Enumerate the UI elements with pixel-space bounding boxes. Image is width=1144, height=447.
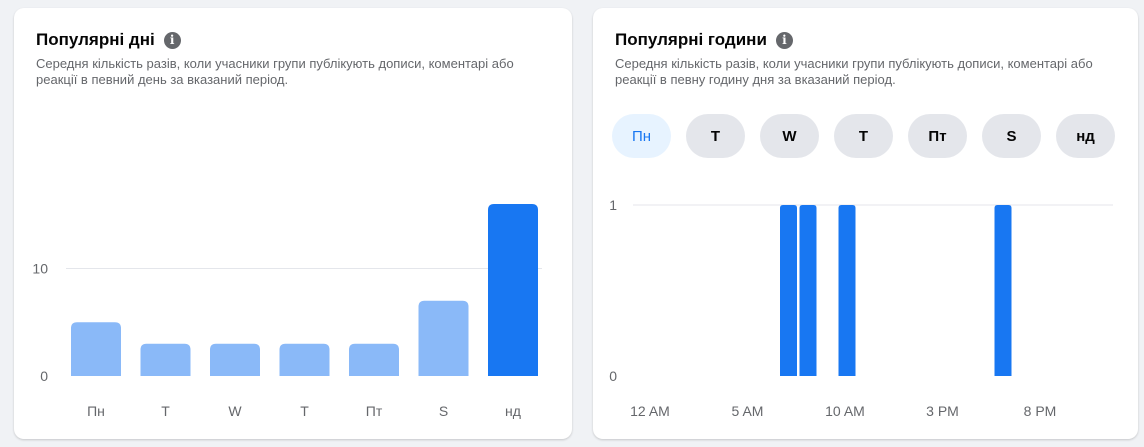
- popular-days-chart: 0 10 Пн T W T Пт Sнд: [32, 204, 542, 419]
- x-tick-label: S: [439, 403, 448, 419]
- bar: [71, 322, 121, 376]
- x-tick-label: 10 AM: [825, 403, 865, 419]
- x-tick-label: 12 AM: [630, 403, 670, 419]
- bar: [210, 343, 260, 376]
- popular-hours-card: Популярні години i Середня кількість раз…: [593, 8, 1138, 439]
- bar: [838, 205, 856, 376]
- popular-hours-chart: 0 1 12 AM 5 AM 10 AM 3 PM 8 PM: [609, 197, 1113, 419]
- popular-days-card: Популярні дні i Середня кількість разів,…: [14, 8, 572, 439]
- x-tick-label: 5 AM: [732, 403, 764, 419]
- x-tick-label: нд: [505, 403, 521, 419]
- bar: [780, 205, 797, 376]
- x-tick-label: T: [300, 403, 309, 419]
- bar: [349, 343, 399, 376]
- bar: [418, 300, 469, 376]
- x-tick-label: T: [161, 403, 170, 419]
- bar: [488, 204, 538, 376]
- x-tick-label: Пн: [87, 403, 105, 419]
- bar: [799, 205, 817, 376]
- x-tick-label: Пт: [366, 403, 383, 419]
- bar: [140, 343, 191, 376]
- y-tick-label: 0: [40, 368, 48, 384]
- bar: [279, 343, 330, 376]
- x-tick-label: 3 PM: [926, 403, 959, 419]
- y-tick-label: 10: [32, 261, 48, 277]
- x-tick-label: W: [228, 403, 242, 419]
- y-tick-label: 0: [609, 368, 617, 384]
- x-tick-label: 8 PM: [1024, 403, 1057, 419]
- y-tick-label: 1: [609, 197, 617, 213]
- bar: [994, 205, 1012, 376]
